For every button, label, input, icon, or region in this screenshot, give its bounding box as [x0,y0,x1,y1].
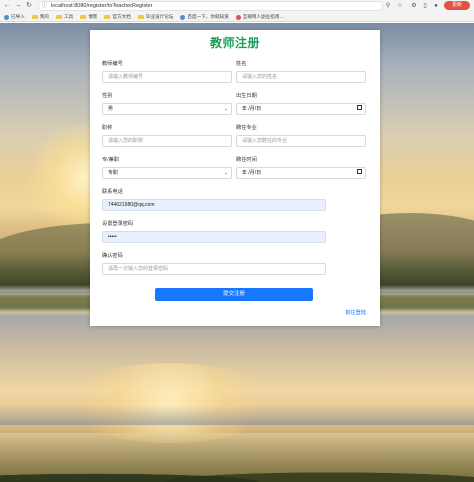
bookmarks-bar: 已导入 我的 工具 博客 官方文档 毕业设计论坛 百度一下，你就知道 互联网人副… [0,12,474,22]
bookmark-item[interactable]: 毕业设计论坛 [137,14,173,20]
register-card: 教师注册 教师编号 请输入教师编号 姓名 请输入您的姓名 性别 男 ⌄ 出生日期… [90,30,380,326]
import-icon [4,14,9,20]
birthdate-label: 出生日期 [236,93,257,99]
teacher-id-input[interactable]: 请输入教师编号 [102,71,232,83]
password-label: 设置登录密码 [102,221,134,227]
employment-select[interactable]: 专职 ⌄ [102,167,232,179]
back-icon[interactable]: ← [3,2,11,10]
star-icon[interactable]: ☆ [396,2,404,10]
major-input[interactable]: 请输入您聘任的专业 [236,135,366,147]
reload-icon[interactable]: ↻ [25,2,33,10]
employment-label: 专/兼职 [102,157,120,163]
calendar-icon[interactable] [357,105,362,110]
name-label: 姓名 [236,61,247,67]
update-button[interactable]: 更新 [444,1,470,10]
search-icon[interactable]: ⚲ [384,2,392,10]
extensions-icon[interactable]: ⚙ [410,2,418,10]
gender-label: 性别 [102,93,113,99]
password-input[interactable]: ••••• [102,231,326,243]
chevron-down-icon: ⌄ [223,170,228,176]
chevron-down-icon: ⌄ [223,106,228,112]
birthdate-input[interactable]: 年 /月/日 [236,103,366,115]
address-bar[interactable]: ⓘ localhost:8080/register/toTeacherRegis… [38,1,383,11]
folder-icon [80,14,87,20]
bookmark-item[interactable]: 博客 [80,14,97,20]
browser-chrome: ← → ↻ ⓘ localhost:8080/register/toTeache… [0,0,474,22]
bookmark-item[interactable]: 我的 [31,14,49,20]
bookmark-item[interactable]: 已导入 [4,14,25,20]
major-label: 聘任专业 [236,125,257,131]
confirm-password-input[interactable]: 请再一次输入您的登录密码 [102,263,326,275]
forward-icon[interactable]: → [14,2,22,10]
folder-icon [56,14,62,20]
folder-icon [104,14,111,20]
bookmark-item[interactable]: 官方文档 [104,14,131,20]
confirm-password-label: 确认密码 [102,253,123,259]
title-rank-label: 职称 [102,125,113,131]
hire-date-input[interactable]: 年 /月/日 [236,167,366,179]
calendar-icon[interactable] [357,169,362,174]
bookmark-item[interactable]: 工具 [56,14,73,20]
sidebar-icon[interactable]: ▯ [421,2,429,10]
gender-select[interactable]: 男 ⌄ [102,103,232,115]
baidu-icon [180,14,186,20]
bookmark-item[interactable]: 互联网人副业指南... [235,14,283,20]
info-icon: ⓘ [42,3,48,9]
title-rank-input[interactable]: 请输入您的职称 [102,135,232,147]
folder-icon [137,14,144,20]
folder-icon [31,14,38,20]
name-input[interactable]: 请输入您的姓名 [236,71,366,83]
submit-register-button[interactable]: 提交注册 [155,288,313,301]
teacher-id-label: 教师编号 [102,61,123,67]
phone-label: 联系电话 [102,189,123,195]
page-title: 教师注册 [209,36,260,50]
bookmark-item[interactable]: 百度一下，你就知道 [180,14,229,20]
url-text: localhost:8080/register/toTeacherRegiste… [51,3,153,9]
go-login-link[interactable]: 前往登陆 [345,309,366,316]
site-icon [235,14,241,20]
profile-icon[interactable]: ● [432,2,440,10]
hire-date-label: 聘任时间 [236,157,257,163]
phone-input[interactable]: 744621980@qq.com [102,199,326,211]
